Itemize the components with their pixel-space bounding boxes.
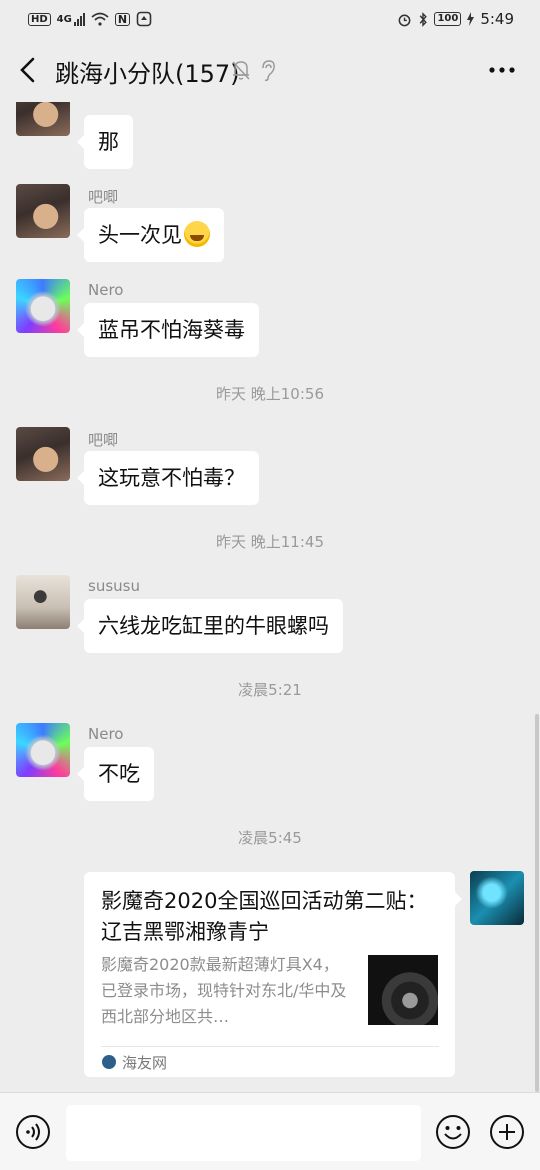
message-bubble[interactable]: 头一次见: [77, 208, 224, 262]
input-bar: [0, 1092, 540, 1170]
chat-history[interactable]: 吧唧 那 吧唧 头一次见 Nero 蓝吊不怕海葵毒 昨天 晚上10:56 吧唧 …: [0, 102, 540, 1092]
status-left: HD 4G N: [28, 11, 152, 27]
timestamp: 凌晨5:21: [238, 681, 302, 699]
avatar[interactable]: [16, 427, 70, 481]
avatar[interactable]: [16, 102, 70, 136]
sender-name: 吧唧: [88, 188, 119, 206]
avatar[interactable]: [16, 575, 70, 629]
alarm-icon: [399, 14, 411, 26]
message-text: 六线龙吃缸里的牛眼螺吗: [98, 614, 329, 638]
message-bubble[interactable]: 蓝吊不怕海葵毒: [77, 303, 259, 357]
source-logo-icon: [102, 1055, 116, 1069]
timestamp: 凌晨5:45: [238, 829, 302, 847]
message-bubble[interactable]: 这玩意不怕毒？: [77, 451, 259, 505]
sender-name: sususu: [88, 577, 140, 595]
emoji-icon[interactable]: [435, 1114, 471, 1150]
card-title: 影魔奇2020全国巡回活动第二贴： 辽吉黑鄂湘豫青宁: [101, 889, 428, 944]
clock: 5:49: [480, 10, 514, 28]
status-right: 100 5:49: [397, 10, 514, 28]
back-icon[interactable]: [16, 56, 40, 84]
laughing-crying-emoji-icon: [184, 221, 210, 247]
mute-icon: [232, 61, 250, 80]
sender-name: Nero: [88, 725, 124, 743]
charging-icon: [467, 12, 475, 26]
voice-icon[interactable]: [15, 1114, 51, 1150]
card-description: 影魔奇2020款最新超薄灯具X4，已登录市场，现特针对东北/华中及西北部分地区共…: [101, 955, 347, 1026]
chat-title: 跳海小分队(157): [55, 60, 240, 88]
avatar[interactable]: [16, 279, 70, 333]
my-avatar[interactable]: [470, 871, 524, 925]
card-thumbnail: [368, 955, 438, 1025]
scrollbar[interactable]: [535, 714, 539, 1092]
sender-name: Nero: [88, 281, 124, 299]
nfc-icon: N: [114, 12, 131, 26]
sender-name: 吧唧: [88, 431, 119, 449]
message-bubble[interactable]: 那: [77, 115, 133, 169]
wifi-icon: [91, 12, 109, 26]
message-text: 蓝吊不怕海葵毒: [98, 318, 245, 342]
message-bubble[interactable]: 不吃: [77, 747, 154, 801]
message-text: 不吃: [98, 762, 140, 786]
hd-badge: HD: [28, 12, 51, 26]
message-text: 头一次见: [98, 223, 182, 247]
timestamp: 昨天 晚上10:56: [216, 385, 324, 403]
ear-icon: [262, 60, 275, 82]
signal-icon: [73, 12, 85, 26]
timestamp: 昨天 晚上11:45: [216, 533, 324, 551]
bluetooth-icon: [420, 11, 428, 27]
chat-header: 跳海小分队(157): [0, 38, 540, 102]
network-type: 4G: [56, 13, 72, 25]
card-source: 海友网: [122, 1054, 168, 1072]
avatar[interactable]: [16, 184, 70, 238]
status-bar: HD 4G N 100 5:49: [0, 0, 540, 38]
shield-icon: [136, 11, 152, 27]
plus-icon[interactable]: [489, 1114, 525, 1150]
message-text: 那: [98, 130, 119, 154]
link-card[interactable]: 影魔奇2020全国巡回活动第二贴： 辽吉黑鄂湘豫青宁 影魔奇2020款最新超薄灯…: [84, 872, 462, 1077]
message-text: 这玩意不怕毒？: [98, 466, 245, 490]
avatar[interactable]: [16, 723, 70, 777]
message-input[interactable]: [66, 1105, 421, 1161]
more-icon[interactable]: [488, 60, 516, 80]
battery-icon: 100: [434, 12, 462, 26]
message-bubble[interactable]: 六线龙吃缸里的牛眼螺吗: [77, 599, 343, 653]
divider: [101, 1046, 439, 1047]
